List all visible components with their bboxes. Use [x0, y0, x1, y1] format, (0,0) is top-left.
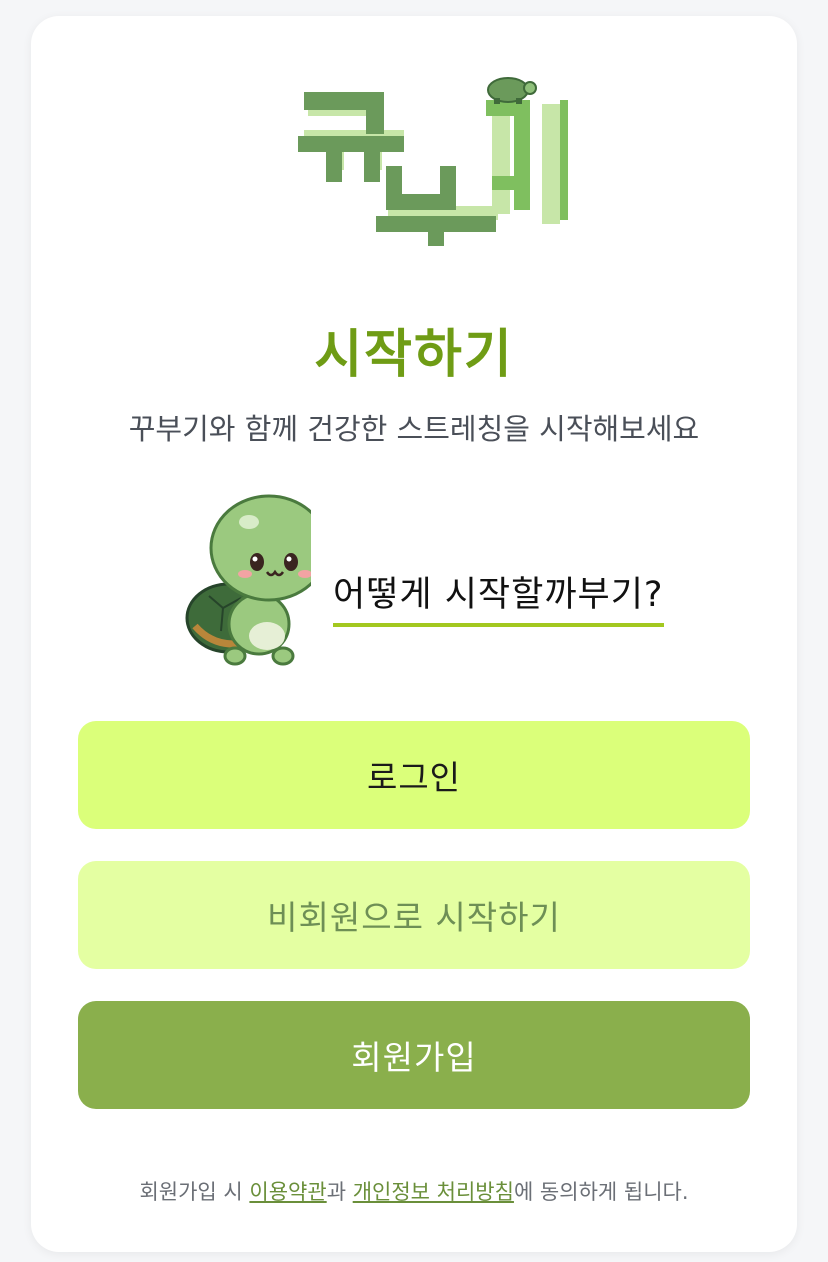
page-subtitle: 꾸부기와 함께 건강한 스트레칭을 시작해보세요 [128, 412, 700, 446]
start-card: 시작하기 꾸부기와 함께 건강한 스트레칭을 시작해보세요 어떻게 시작할까부기… [31, 16, 797, 1252]
turtle-mascot-icon [171, 486, 329, 671]
signup-button[interactable]: 회원가입 [78, 1001, 750, 1109]
privacy-policy-link[interactable]: 개인정보 처리방침 [353, 1180, 514, 1204]
mascot-question: 어떻게 시작할까부기? [333, 566, 664, 627]
logo-graphic [298, 77, 568, 246]
page-title: 시작하기 [314, 325, 514, 385]
login-button[interactable]: 로그인 [78, 721, 750, 829]
guest-start-button[interactable]: 비회원으로 시작하기 [78, 861, 750, 969]
terms-middle: 과 [326, 1180, 353, 1204]
terms-prefix: 회원가입 시 [139, 1180, 250, 1204]
terms-of-service-link[interactable]: 이용약관 [249, 1180, 326, 1204]
terms-suffix: 에 동의하게 됩니다. [513, 1180, 689, 1204]
terms-notice: 회원가입 시 이용약관과 개인정보 처리방침에 동의하게 됩니다. [31, 1176, 797, 1206]
app-logo [268, 66, 568, 256]
